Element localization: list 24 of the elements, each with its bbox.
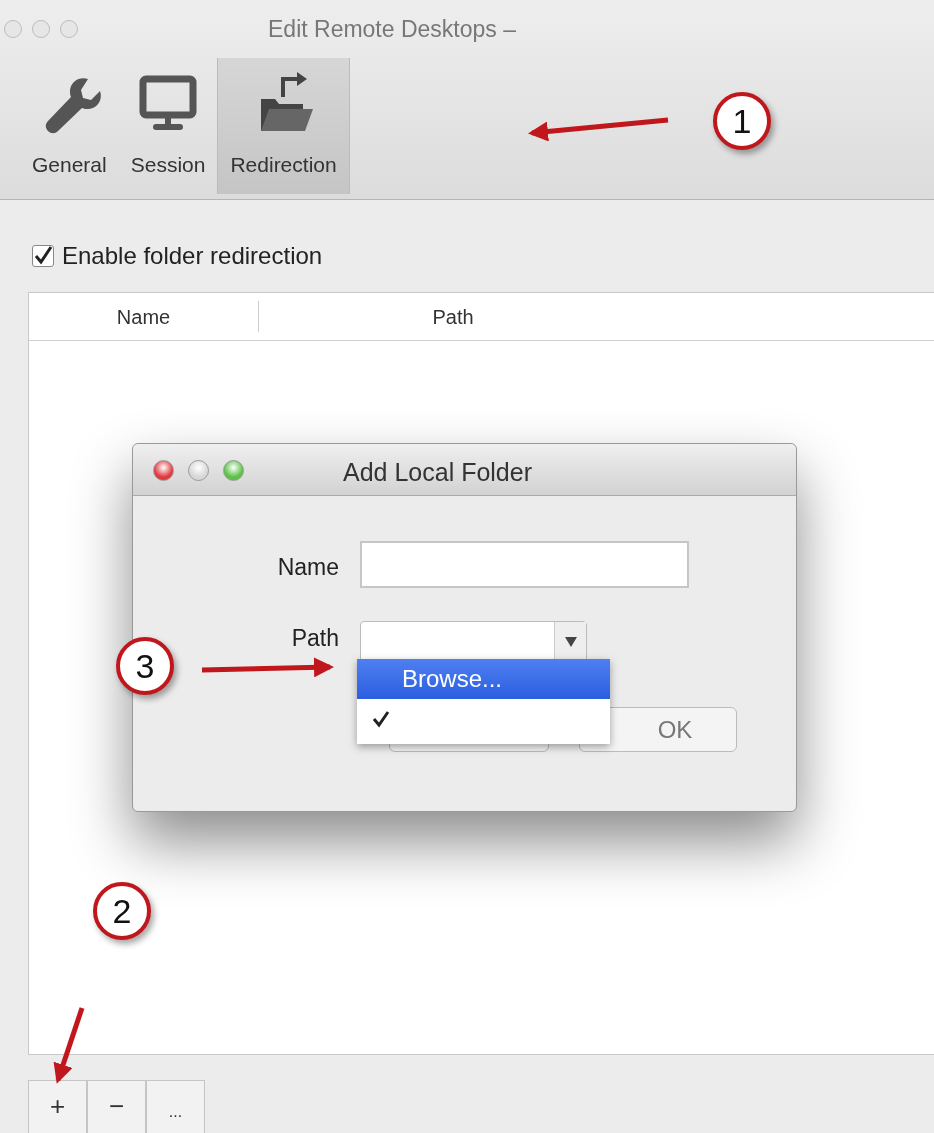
- window-button[interactable]: [223, 460, 244, 481]
- toolbar-tab[interactable]: Redirection: [217, 58, 350, 194]
- add-button[interactable]: +: [28, 1080, 87, 1133]
- caret-icon: [564, 637, 577, 647]
- checkbox[interactable]: [32, 245, 54, 267]
- window-title: Edit Remote Desktops –: [268, 14, 516, 44]
- toolbar-tab[interactable]: General: [20, 58, 119, 194]
- window-button[interactable]: [153, 460, 174, 481]
- window-button[interactable]: [32, 20, 50, 38]
- input-field[interactable]: [360, 541, 689, 588]
- field-label: Path: [290, 624, 339, 653]
- checkbox-label: Enable folder redirection: [62, 241, 323, 271]
- dialog-title: Add Local Folder: [343, 457, 532, 488]
- column-header[interactable]: Path: [259, 293, 934, 340]
- remove-button[interactable]: −: [87, 1080, 146, 1133]
- window-button[interactable]: [60, 20, 78, 38]
- window-button[interactable]: [4, 20, 22, 38]
- toolbar-tab[interactable]: Session: [118, 58, 218, 194]
- column-header[interactable]: Name: [29, 301, 259, 332]
- field-label: Name: [276, 553, 339, 582]
- check-icon: [372, 710, 390, 728]
- more-button[interactable]: ...: [146, 1080, 205, 1133]
- menu-item[interactable]: Browse...: [357, 659, 610, 699]
- window-button[interactable]: [188, 460, 209, 481]
